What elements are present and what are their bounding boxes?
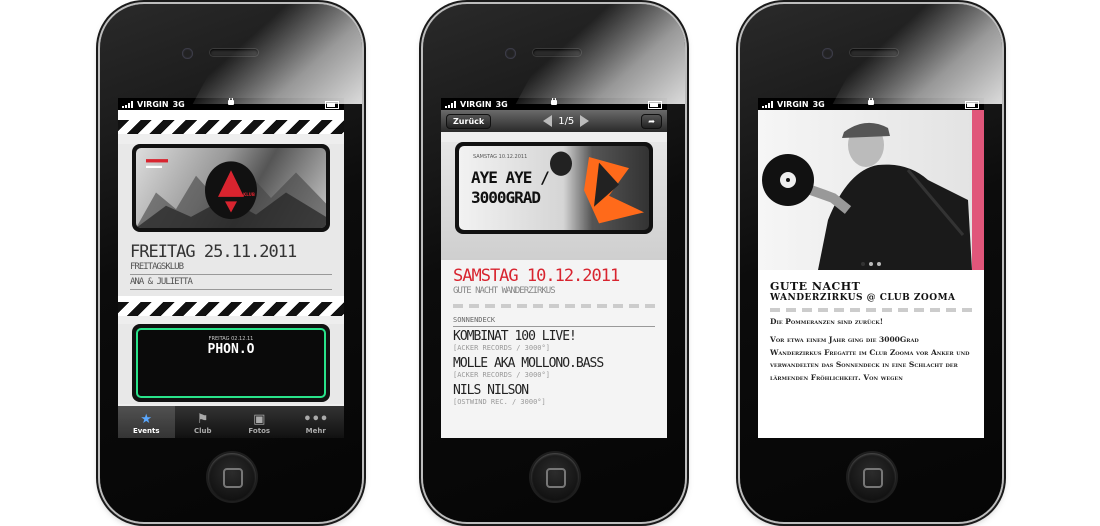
event-date: FREITAG 25.11.2011 bbox=[130, 242, 297, 262]
phone-article: VIRGIN 3G GUTE NACHT WANDERZIRKUS @ CLUB… bbox=[740, 4, 1002, 522]
mountain-graphic bbox=[136, 159, 326, 228]
divider bbox=[130, 289, 332, 290]
event-card-2[interactable]: FREITAG 02.12.11 PHON.O bbox=[118, 324, 344, 404]
status-bar: VIRGIN 3G bbox=[441, 98, 667, 110]
carrier: VIRGIN bbox=[777, 99, 809, 109]
home-button[interactable] bbox=[531, 453, 579, 501]
battery-icon bbox=[648, 101, 662, 109]
event-flyer-2[interactable]: FREITAG 02.12.11 PHON.O bbox=[132, 324, 330, 402]
divider bbox=[130, 274, 332, 275]
status-bar: VIRGIN 3G bbox=[118, 98, 344, 110]
act-name[interactable]: NILS NILSON bbox=[453, 383, 655, 398]
section-label: SONNENDECK bbox=[453, 316, 496, 324]
act-label: [ACKER RECORDS / 3000°] bbox=[453, 371, 550, 379]
flag-icon: ⚑ bbox=[196, 412, 209, 427]
network: 3G bbox=[495, 99, 508, 109]
next-icon[interactable] bbox=[580, 115, 590, 127]
back-button[interactable]: Zurück bbox=[446, 113, 492, 129]
dashed-divider bbox=[770, 308, 972, 312]
tab-mehr[interactable]: ••• Mehr bbox=[288, 406, 345, 438]
carrier: VIRGIN bbox=[137, 99, 169, 109]
flyer2-title: PHON.O bbox=[207, 342, 255, 357]
battery-icon bbox=[965, 101, 979, 109]
network: 3G bbox=[812, 99, 825, 109]
nav-bar: Zurück 1/5 ➦ bbox=[441, 110, 667, 132]
camera-icon bbox=[505, 48, 516, 59]
camera-icon: ▣ bbox=[253, 412, 266, 427]
dot[interactable] bbox=[877, 262, 881, 266]
phone-events: VIRGIN 3G FREITAGS KLUB FREITAG 25.11.20… bbox=[100, 4, 362, 522]
dot[interactable] bbox=[869, 262, 873, 266]
share-icon: ➦ bbox=[648, 116, 655, 126]
pager: 1/5 bbox=[543, 115, 590, 127]
lock-icon bbox=[551, 98, 557, 105]
event-subtitle: GUTE NACHT WANDERZIRKUS bbox=[453, 286, 556, 296]
star-icon: ★ bbox=[140, 412, 153, 427]
home-button[interactable] bbox=[848, 453, 896, 501]
phone-event-detail: VIRGIN 3G Zurück 1/5 ➦ SAMSTAG 10.12.201… bbox=[423, 4, 685, 522]
dj-photo bbox=[762, 110, 984, 270]
dashed-divider bbox=[453, 304, 655, 308]
article: GUTE NACHT WANDERZIRKUS @ CLUB ZOOMA Die… bbox=[758, 270, 984, 384]
speaker-grille bbox=[850, 49, 898, 56]
network: 3G bbox=[172, 99, 185, 109]
camera-icon bbox=[822, 48, 833, 59]
tab-fotos[interactable]: ▣ Fotos bbox=[231, 406, 288, 438]
page-indicator: 1/5 bbox=[558, 115, 575, 127]
article-title-2: WANDERZIRKUS @ CLUB ZOOMA bbox=[770, 293, 956, 303]
divider bbox=[453, 326, 655, 327]
event-flyer[interactable]: SAMSTAG 10.12.2011 AYE AYE / 3000GRAD bbox=[455, 142, 653, 234]
article-body: Vor etwa einem Jahr ging die 3000Grad Wa… bbox=[770, 335, 970, 382]
speaker-grille bbox=[210, 49, 258, 56]
tab-bar: ★ Events ⚑ Club ▣ Fotos ••• Mehr bbox=[118, 406, 344, 438]
page-dots[interactable] bbox=[758, 262, 984, 266]
article-title-1: GUTE NACHT bbox=[770, 280, 861, 293]
tab-events[interactable]: ★ Events bbox=[118, 406, 175, 438]
screen-events: VIRGIN 3G FREITAGS KLUB FREITAG 25.11.20… bbox=[118, 98, 344, 438]
screen-article: VIRGIN 3G GUTE NACHT WANDERZIRKUS @ CLUB… bbox=[758, 98, 984, 438]
prev-icon[interactable] bbox=[543, 115, 553, 127]
event-club: FREITAGSKLUB bbox=[130, 262, 184, 272]
event-flyer-1[interactable]: FREITAGS KLUB bbox=[132, 144, 330, 232]
event-date: SAMSTAG 10.12.2011 bbox=[453, 266, 620, 286]
flyer-line1: AYE AYE / bbox=[471, 168, 550, 187]
article-tagline: Die Pommeranzen sind zurück! bbox=[770, 317, 883, 326]
speaker-grille bbox=[533, 49, 581, 56]
zigzag-divider bbox=[118, 302, 344, 316]
act-name[interactable]: KOMBINAT 100 LIVE! bbox=[453, 329, 655, 344]
act-name[interactable]: MOLLE AKA MOLLONO.BASS bbox=[453, 356, 655, 371]
signal-icon bbox=[762, 100, 773, 108]
lock-icon bbox=[868, 98, 874, 105]
photo-gallery[interactable] bbox=[758, 110, 984, 270]
flyer-area: SAMSTAG 10.12.2011 AYE AYE / 3000GRAD bbox=[441, 142, 667, 260]
flyer-date: SAMSTAG 10.12.2011 bbox=[473, 154, 528, 160]
event-artists: ANA & JULIETTA bbox=[130, 277, 193, 287]
lock-icon bbox=[228, 98, 234, 105]
signal-icon bbox=[445, 100, 456, 108]
more-icon: ••• bbox=[303, 412, 329, 427]
status-bar: VIRGIN 3G bbox=[758, 98, 984, 110]
screen-event-detail: VIRGIN 3G Zurück 1/5 ➦ SAMSTAG 10.12.201… bbox=[441, 98, 667, 438]
dot-active[interactable] bbox=[861, 262, 865, 266]
event-card-1[interactable]: FREITAGS KLUB FREITAG 25.11.2011 FREITAG… bbox=[118, 144, 344, 296]
battery-icon bbox=[325, 101, 339, 109]
camera-icon bbox=[182, 48, 193, 59]
flyer-line2: 3000GRAD bbox=[471, 188, 541, 207]
act-label: [ACKER RECORDS / 3000°] bbox=[453, 344, 550, 352]
share-button[interactable]: ➦ bbox=[641, 113, 662, 129]
flyer-tag: FREITAGS KLUB bbox=[220, 192, 255, 197]
zigzag-divider bbox=[118, 120, 344, 134]
event-details: SAMSTAG 10.12.2011 GUTE NACHT WANDERZIRK… bbox=[441, 260, 667, 438]
carrier: VIRGIN bbox=[460, 99, 492, 109]
signal-icon bbox=[122, 100, 133, 108]
act-label: [OSTWIND REC. / 3000°] bbox=[453, 398, 546, 406]
tab-club[interactable]: ⚑ Club bbox=[175, 406, 232, 438]
home-button[interactable] bbox=[208, 453, 256, 501]
